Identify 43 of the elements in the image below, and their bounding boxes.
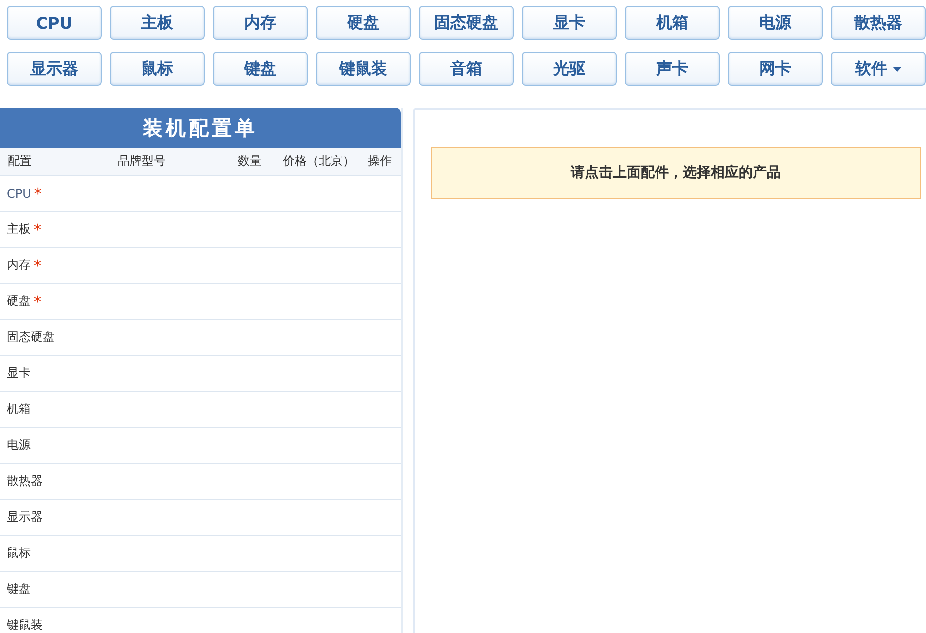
category-button[interactable]: 散热器 [831, 6, 926, 40]
required-mark: * [34, 220, 42, 238]
category-button[interactable]: 显示器 [7, 52, 102, 86]
category-button[interactable]: 内存 [213, 6, 308, 40]
category-button[interactable]: 键鼠装 [316, 52, 411, 86]
category-button[interactable]: 声卡 [625, 52, 720, 86]
component-label: 鼠标 [7, 545, 31, 562]
column-header: 数量 [238, 153, 263, 170]
component-label: 键盘 [7, 581, 31, 598]
column-header: 配置 [7, 153, 33, 170]
column-header: 价格（北京） [283, 153, 356, 170]
component-label: 主板 [7, 221, 31, 238]
panel-title: 装机配置单 [0, 108, 401, 148]
component-label: CPU [7, 186, 32, 200]
category-button[interactable]: 光驱 [522, 52, 617, 86]
category-button[interactable]: 键盘 [213, 52, 308, 86]
category-button[interactable]: 网卡 [728, 52, 823, 86]
caret-icon [892, 66, 902, 72]
component-label: 机箱 [7, 401, 31, 418]
column-header: 操作 [368, 153, 392, 170]
notice-message: 请点击上面配件，选择相应的产品 [431, 147, 921, 199]
category-button[interactable]: 固态硬盘 [419, 6, 514, 40]
component-label: 显示器 [7, 509, 43, 526]
category-button[interactable]: 主板 [110, 6, 205, 40]
category-button[interactable]: 显卡 [522, 6, 617, 40]
category-button[interactable]: 硬盘 [316, 6, 411, 40]
category-button[interactable]: 音箱 [419, 52, 514, 86]
component-label: 散热器 [7, 473, 43, 490]
component-label: 内存 [7, 257, 31, 274]
component-label: 电源 [7, 437, 31, 454]
category-button[interactable]: 软件 [831, 52, 926, 86]
required-mark: * [34, 184, 42, 202]
component-label: 固态硬盘 [7, 329, 55, 346]
component-label: 显卡 [7, 365, 31, 382]
category-button[interactable]: 鼠标 [110, 52, 205, 86]
component-label: 键鼠装 [7, 617, 43, 633]
column-header: 品牌型号 [118, 153, 167, 170]
required-mark: * [34, 292, 42, 310]
category-button[interactable]: CPU [7, 6, 102, 40]
required-mark: * [34, 256, 42, 274]
category-button[interactable]: 机箱 [625, 6, 720, 40]
category-button[interactable]: 电源 [728, 6, 823, 40]
component-label: 硬盘 [7, 293, 31, 310]
